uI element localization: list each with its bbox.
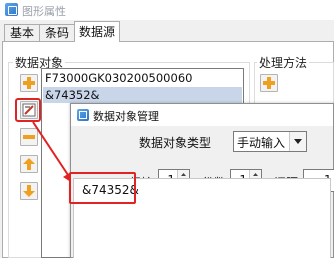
data-object-type-label: 数据对象类型 xyxy=(139,136,212,150)
dialog-icon xyxy=(77,109,89,121)
dialog-title-bar: 数据对象管理 xyxy=(71,104,333,126)
chevron-up-icon xyxy=(253,173,258,176)
data-object-type-select[interactable]: 手动输入 xyxy=(233,131,307,152)
dropdown-button[interactable] xyxy=(289,132,306,151)
tab-datasource[interactable]: 数据源 xyxy=(74,21,120,42)
chevron-down-icon xyxy=(294,139,302,144)
content-highlight xyxy=(69,172,136,204)
data-object-type-value: 手动输入 xyxy=(237,136,286,150)
chevron-up-icon xyxy=(181,173,186,176)
dialog-title: 数据对象管理 xyxy=(93,110,159,123)
